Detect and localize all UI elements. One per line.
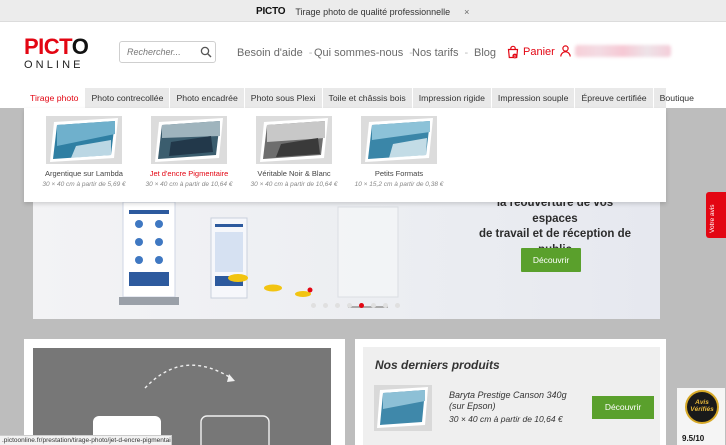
carousel-dot[interactable]: [311, 303, 316, 308]
search-input[interactable]: [127, 47, 197, 57]
banner-illustration: [119, 202, 399, 308]
category-toile-chassis-bois[interactable]: Toile et châssis bois: [323, 88, 413, 108]
category-bar: Tirage photo Photo contrecollée Photo en…: [24, 88, 701, 108]
carousel-dot[interactable]: [323, 303, 328, 308]
dropdown-item-noir-blanc[interactable]: Véritable Noir & Blanc 30 × 40 cm à part…: [242, 116, 346, 188]
picto-online-logo[interactable]: PICTO ONLINE: [24, 34, 89, 72]
product-image[interactable]: [374, 385, 432, 431]
chevron-down-icon: -: [464, 47, 469, 59]
site-header: PICTO ONLINE Besoin d'aide- Qui sommes-n…: [0, 22, 726, 88]
dropdown-item-argentique[interactable]: Argentique sur Lambda 30 × 40 cm à parti…: [32, 116, 136, 188]
dropdown-item-price: 30 × 40 cm à partir de 10,64 €: [145, 181, 233, 188]
left-promo-panel: [24, 339, 345, 445]
nav-nos-tarifs[interactable]: Nos tarifs -: [412, 47, 474, 59]
avis-verifies-badge[interactable]: Avis Vérifiés 9.5/10: [677, 388, 725, 445]
avis-verifies-seal-icon: Avis Vérifiés: [685, 390, 719, 424]
dropdown-item-name: Véritable Noir & Blanc: [257, 169, 331, 178]
nav-blog[interactable]: Blog: [474, 47, 496, 59]
product-thumbnail: [151, 116, 227, 164]
logo-subtext: ONLINE: [24, 59, 84, 71]
banner-headline-line-2: de travail et de réception de: [478, 228, 632, 240]
cart-label: Panier: [523, 46, 555, 58]
carousel-dots: [311, 303, 400, 308]
category-tirage-photo[interactable]: Tirage photo: [24, 88, 86, 108]
carousel-dot[interactable]: [383, 303, 388, 308]
banner-discover-button[interactable]: Découvrir: [521, 248, 581, 272]
user-account-button[interactable]: [560, 45, 671, 57]
category-epreuve-certifiee[interactable]: Épreuve certifiée: [575, 88, 654, 108]
chevron-down-icon: -: [308, 47, 313, 59]
dropdown-item-petits-formats[interactable]: Petits Formats 10 × 15,2 cm à partir de …: [347, 116, 451, 188]
dropdown-item-price: 30 × 40 cm à partir de 10,64 €: [250, 181, 338, 188]
cart-count: 0: [514, 54, 516, 58]
tirage-photo-dropdown: Argentique sur Lambda 30 × 40 cm à parti…: [24, 108, 666, 202]
latest-products-box: Nos derniers produits Baryta Prestige Ca…: [363, 347, 660, 445]
dropdown-item-name: Jet d'encre Pigmentaire: [149, 169, 229, 178]
announcement-logo: PICTO: [256, 6, 286, 17]
hero-banner: la réouverture de vos espaces de travail…: [33, 202, 660, 319]
search-box: [119, 41, 216, 63]
browser-status-url: .pictoonline.fr/prestation/tirage-photo/…: [0, 435, 172, 445]
close-announcement-button[interactable]: ×: [464, 7, 469, 17]
announcement-text: Tirage photo de qualité professionnelle: [295, 6, 451, 17]
product-thumbnail: [46, 116, 122, 164]
nav-qui-sommes-nous[interactable]: Qui sommes-nous -: [314, 47, 419, 59]
logo-text-dark: O: [71, 34, 89, 59]
seal-text-1: Avis: [695, 399, 709, 406]
shopping-bag-icon: 0: [507, 45, 519, 59]
seal-text-2: Vérifiés: [690, 406, 714, 413]
search-icon[interactable]: [200, 46, 212, 58]
nav-nos-tarifs-link[interactable]: Nos tarifs: [412, 47, 458, 59]
avis-score: 9.5/10: [682, 434, 705, 443]
category-photo-sous-plexi[interactable]: Photo sous Plexi: [245, 88, 323, 108]
carousel-dot[interactable]: [347, 303, 352, 308]
product-discover-button[interactable]: Découvrir: [592, 396, 654, 419]
dropdown-item-price: 10 × 15,2 cm à partir de 0,38 €: [354, 181, 444, 188]
dropdown-item-jet-encre[interactable]: Jet d'encre Pigmentaire 30 × 40 cm à par…: [137, 116, 241, 188]
category-impression-souple[interactable]: Impression souple: [492, 88, 576, 108]
product-thumbnail: [361, 116, 437, 164]
category-photo-encadree[interactable]: Photo encadrée: [170, 88, 245, 108]
product-price: 30 × 40 cm à partir de 10,64 €: [449, 414, 563, 424]
latest-products-panel: Nos derniers produits Baryta Prestige Ca…: [355, 339, 666, 445]
user-name-blurred: [575, 45, 671, 57]
logo-text-red: PICT: [24, 34, 72, 59]
category-impression-rigide[interactable]: Impression rigide: [413, 88, 492, 108]
latest-products-title: Nos derniers produits: [375, 358, 500, 372]
dropdown-item-price: 30 × 40 cm à partir de 5,69 €: [42, 181, 126, 188]
nav-besoin-aide[interactable]: Besoin d'aide -: [237, 47, 318, 59]
promo-illustration: [33, 348, 331, 445]
nav-blog-link[interactable]: Blog: [474, 47, 496, 59]
votre-avis-label: Votre avis: [709, 204, 716, 233]
product-thumbnail: [256, 116, 332, 164]
banner-headline-line-1: la réouverture de vos espaces: [496, 202, 614, 225]
carousel-dot[interactable]: [395, 303, 400, 308]
carousel-dot-active[interactable]: [359, 303, 364, 308]
carousel-dot[interactable]: [371, 303, 376, 308]
cart-button[interactable]: 0 Panier: [506, 45, 555, 59]
nav-qui-sommes-nous-link[interactable]: Qui sommes-nous: [314, 47, 403, 59]
carousel-dot[interactable]: [335, 303, 340, 308]
user-icon: [560, 45, 571, 57]
votre-avis-tab[interactable]: Votre avis: [706, 192, 726, 238]
category-photo-contrecollee[interactable]: Photo contrecollée: [85, 88, 171, 108]
dropdown-item-name: Petits Formats: [374, 169, 424, 178]
category-boutique[interactable]: Boutique: [654, 88, 701, 108]
nav-besoin-aide-link[interactable]: Besoin d'aide: [237, 47, 303, 59]
dropdown-item-name: Argentique sur Lambda: [45, 169, 123, 178]
product-name[interactable]: Baryta Prestige Canson 340g (sur Epson): [449, 390, 579, 412]
announcement-bar: PICTO Tirage photo de qualité profession…: [0, 0, 726, 22]
